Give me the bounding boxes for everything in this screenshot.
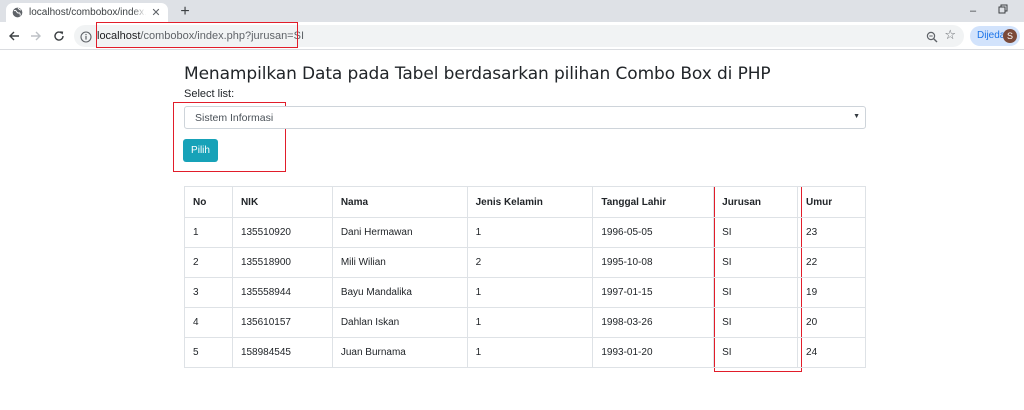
cell-jenis-kelamin: 1 bbox=[466, 217, 594, 248]
cell-nama: Juan Burnama bbox=[331, 337, 468, 368]
chevron-down-icon: ▼ bbox=[853, 113, 860, 120]
cell-tanggal-lahir: 1996-05-05 bbox=[592, 217, 715, 248]
cell-jurusan: SI bbox=[713, 277, 799, 308]
cell-jurusan: SI bbox=[713, 307, 799, 338]
cell-nik: 135610157 bbox=[231, 307, 333, 338]
cell-umur: 23 bbox=[797, 217, 866, 248]
header-umur: Umur bbox=[797, 186, 866, 218]
cell-no: 5 bbox=[184, 337, 233, 368]
table-row: 5 158984545 Juan Burnama 1 1993-01-20 SI… bbox=[184, 337, 866, 368]
cell-jenis-kelamin: 1 bbox=[466, 337, 594, 368]
avatar: S bbox=[1003, 29, 1017, 43]
cell-nik: 135558944 bbox=[231, 277, 333, 308]
url-host: localhost bbox=[97, 30, 141, 42]
forward-icon[interactable] bbox=[28, 28, 44, 44]
header-nik: NIK bbox=[231, 186, 333, 218]
cell-umur: 19 bbox=[797, 277, 866, 308]
header-jenis-kelamin: Jenis Kelamin bbox=[466, 186, 594, 218]
pilih-button[interactable]: Pilih bbox=[183, 139, 218, 162]
cell-jurusan: SI bbox=[713, 217, 799, 248]
cell-jenis-kelamin: 1 bbox=[466, 277, 594, 308]
cell-no: 3 bbox=[184, 277, 233, 308]
cell-umur: 24 bbox=[797, 337, 866, 368]
table-row: 4 135610157 Dahlan Iskan 1 1998-03-26 SI… bbox=[184, 307, 866, 338]
cell-nik: 135510920 bbox=[231, 217, 333, 248]
cell-jenis-kelamin: 2 bbox=[466, 247, 594, 278]
select-label: Select list: bbox=[184, 88, 235, 100]
cell-tanggal-lahir: 1995-10-08 bbox=[592, 247, 715, 278]
browser-tab[interactable]: localhost/combobox/index.php?jurusan=SI … bbox=[6, 3, 168, 22]
cell-nik: 158984545 bbox=[231, 337, 333, 368]
plus-icon[interactable]: + bbox=[176, 3, 194, 21]
profile-name: Dijeda bbox=[977, 30, 1006, 41]
cell-nama: Dani Hermawan bbox=[331, 217, 468, 248]
select-value: Sistem Informasi bbox=[195, 112, 274, 124]
cell-nik: 135518900 bbox=[231, 247, 333, 278]
cell-umur: 20 bbox=[797, 307, 866, 338]
page-title: Menampilkan Data pada Tabel berdasarkan … bbox=[184, 64, 771, 84]
reload-icon[interactable] bbox=[51, 28, 67, 44]
back-icon[interactable] bbox=[6, 28, 22, 44]
table-row: 3 135558944 Bayu Mandalika 1 1997-01-15 … bbox=[184, 277, 866, 308]
cell-nama: Mili Wilian bbox=[331, 247, 468, 278]
cell-jurusan: SI bbox=[713, 337, 799, 368]
header-tanggal-lahir: Tanggal Lahir bbox=[592, 186, 715, 218]
table-header-row: No NIK Nama Jenis Kelamin Tanggal Lahir … bbox=[184, 186, 866, 218]
restore-icon[interactable] bbox=[994, 3, 1012, 19]
tab-strip: localhost/combobox/index.php?jurusan=SI … bbox=[0, 0, 1024, 22]
jurusan-select[interactable]: Sistem Informasi ▼ bbox=[184, 106, 866, 129]
cell-tanggal-lahir: 1997-01-15 bbox=[592, 277, 715, 308]
header-nama: Nama bbox=[331, 186, 468, 218]
address-bar[interactable]: localhost/combobox/index.php?jurusan=SI … bbox=[74, 25, 964, 47]
profile-chip[interactable]: Dijeda S bbox=[970, 26, 1020, 46]
minimize-icon[interactable]: – bbox=[964, 3, 982, 19]
globe-icon bbox=[12, 7, 23, 18]
header-jurusan: Jurusan bbox=[713, 186, 799, 218]
header-no: No bbox=[184, 186, 233, 218]
cell-no: 1 bbox=[184, 217, 233, 248]
close-icon[interactable]: ✕ bbox=[150, 7, 162, 19]
browser-toolbar: localhost/combobox/index.php?jurusan=SI … bbox=[0, 22, 1024, 50]
cell-nama: Bayu Mandalika bbox=[331, 277, 468, 308]
zoom-icon[interactable] bbox=[926, 30, 938, 43]
star-icon[interactable]: ☆ bbox=[944, 28, 956, 42]
tab-title: localhost/combobox/index.php?jurusan=SI bbox=[29, 7, 146, 18]
data-table: No NIK Nama Jenis Kelamin Tanggal Lahir … bbox=[184, 186, 866, 368]
cell-tanggal-lahir: 1993-01-20 bbox=[592, 337, 715, 368]
cell-no: 2 bbox=[184, 247, 233, 278]
cell-jurusan: SI bbox=[713, 247, 799, 278]
url-path: /combobox/index.php?jurusan=SI bbox=[140, 30, 305, 42]
cell-tanggal-lahir: 1998-03-26 bbox=[592, 307, 715, 338]
table-row: 1 135510920 Dani Hermawan 1 1996-05-05 S… bbox=[184, 217, 866, 248]
info-icon[interactable] bbox=[80, 30, 92, 43]
cell-nama: Dahlan Iskan bbox=[331, 307, 468, 338]
url-text[interactable]: localhost/combobox/index.php?jurusan=SI bbox=[97, 29, 304, 43]
cell-no: 4 bbox=[184, 307, 233, 338]
cell-umur: 22 bbox=[797, 247, 866, 278]
table-row: 2 135518900 Mili Wilian 2 1995-10-08 SI … bbox=[184, 247, 866, 278]
cell-jenis-kelamin: 1 bbox=[466, 307, 594, 338]
